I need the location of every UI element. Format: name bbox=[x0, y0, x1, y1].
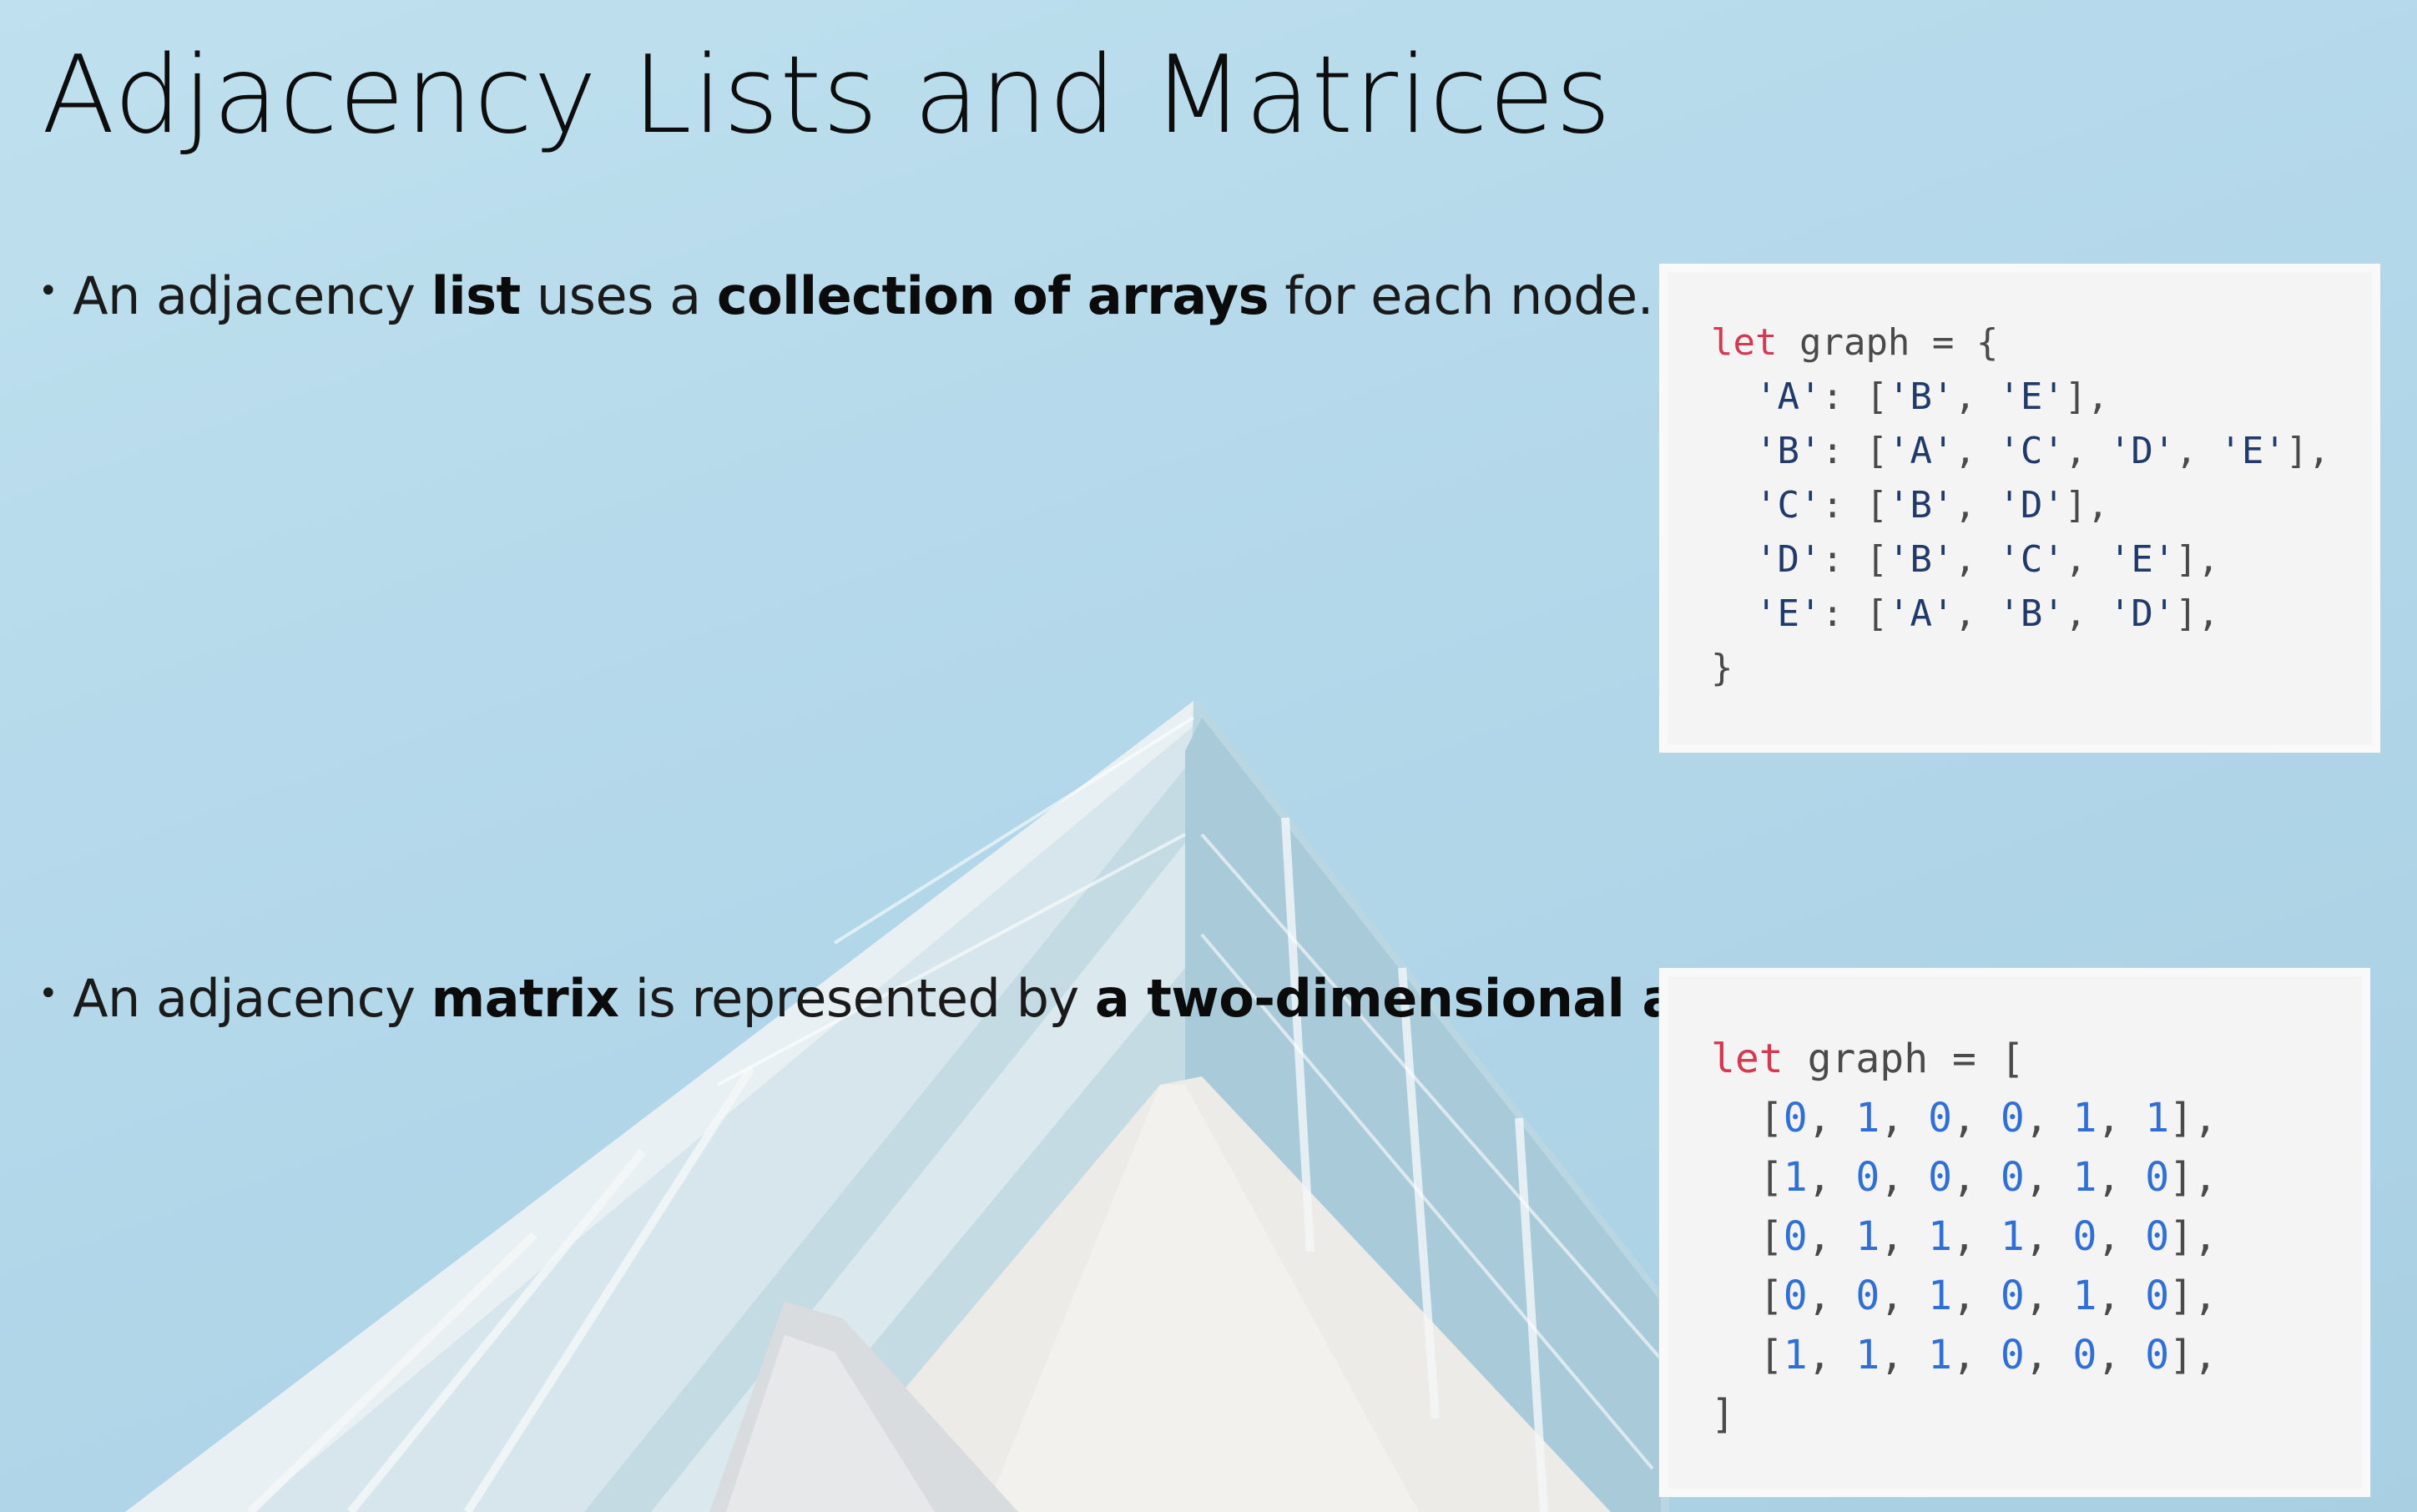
code-line: [0, 1, 1, 1, 0, 0], bbox=[1711, 1213, 2218, 1260]
code-line: 'B': ['A', 'C', 'D', 'E'], bbox=[1754, 430, 2330, 472]
bullet-text-part: uses a bbox=[520, 265, 717, 326]
bullet-text-bold: collection of arrays bbox=[716, 265, 1269, 326]
code-line: [0, 0, 1, 0, 1, 0], bbox=[1711, 1273, 2218, 1319]
bullet-text-bold: matrix bbox=[431, 968, 619, 1029]
bullet-text-part: for each node. bbox=[1269, 265, 1653, 326]
code-line: [0, 1, 0, 0, 1, 1], bbox=[1711, 1095, 2218, 1142]
bullet-adjacency-list: • An adjacency list uses a collection of … bbox=[38, 265, 1653, 326]
code-line: } bbox=[1711, 647, 1733, 689]
code-line: [1, 0, 0, 0, 1, 0], bbox=[1711, 1154, 2218, 1201]
bullet-text-part: An adjacency bbox=[73, 265, 431, 326]
code-line: 'C': ['B', 'D'], bbox=[1754, 484, 2109, 527]
code-line: let graph = { bbox=[1711, 321, 1999, 364]
code-line: 'D': ['B', 'C', 'E'], bbox=[1754, 538, 2220, 581]
bullet-dot: • bbox=[38, 975, 58, 1013]
bullet-text-part: An adjacency bbox=[73, 968, 431, 1029]
code-snippet-adjacency-list: let graph = { 'A': ['B', 'E'], 'B': ['A'… bbox=[1659, 264, 2380, 753]
bullet-text-bold: list bbox=[431, 265, 522, 326]
code-line: ] bbox=[1711, 1391, 1735, 1438]
code-line: 'A': ['B', 'E'], bbox=[1754, 375, 2109, 418]
code-line: 'E': ['A', 'B', 'D'], bbox=[1754, 592, 2220, 635]
bullet-dot: • bbox=[38, 272, 58, 310]
code-snippet-adjacency-matrix: let graph = [ [0, 1, 0, 0, 1, 1], [1, 0,… bbox=[1659, 968, 2370, 1497]
bullet-text-part: is represented by bbox=[618, 968, 1095, 1029]
bullet-adjacency-matrix: • An adjacency matrix is represented by a… bbox=[38, 968, 1809, 1029]
slide: Adjacency Lists and Matrices • An adjacen… bbox=[0, 0, 2417, 1512]
code-line: [1, 1, 1, 0, 0, 0], bbox=[1711, 1332, 2218, 1378]
code-line: let graph = [ bbox=[1711, 1036, 2025, 1082]
slide-title: Adjacency Lists and Matrices bbox=[42, 33, 1612, 158]
